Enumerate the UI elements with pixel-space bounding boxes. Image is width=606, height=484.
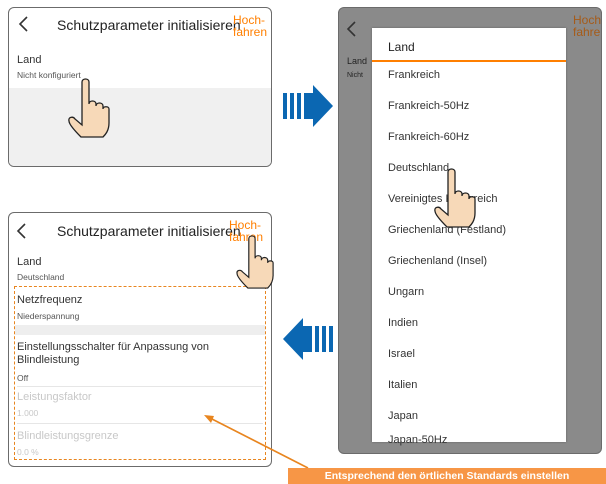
land-value: Nicht: [347, 72, 363, 79]
arrow-right-icon: [283, 85, 333, 127]
grey-area: [9, 88, 271, 166]
tap-hand-icon: [236, 235, 274, 289]
page-title: Schutzparameter initialisieren: [57, 17, 241, 33]
menu-item[interactable]: Frankreich: [388, 69, 440, 81]
land-label: Land: [17, 256, 42, 268]
leistungsfaktor-value: 1.000: [17, 408, 39, 418]
callout-pointer: [204, 415, 309, 469]
menu-item[interactable]: Ungarn: [388, 286, 424, 298]
callout-note: Entsprechend den örtlichen Standards ein…: [288, 468, 606, 484]
header: Schutzparameter initialisieren Hoch- fah…: [9, 8, 271, 40]
blindleistungsgrenze-label: Blindleistungsgrenze: [17, 430, 119, 442]
back-icon[interactable]: [15, 222, 29, 240]
startup-button[interactable]: Hoch- fahren: [233, 14, 267, 38]
menu-item[interactable]: Frankreich-60Hz: [388, 131, 469, 143]
menu-item[interactable]: Japan: [388, 410, 418, 422]
menu-item[interactable]: Italien: [388, 379, 417, 391]
page-title: Schutzparameter initialisieren: [57, 223, 241, 239]
back-icon[interactable]: [345, 20, 359, 38]
divider: [17, 386, 263, 387]
startup-button[interactable]: Hoch- fahren: [573, 14, 601, 38]
netzfrequenz-value[interactable]: Niederspannung: [17, 311, 79, 321]
menu-item[interactable]: Frankreich-50Hz: [388, 100, 469, 112]
land-value[interactable]: Deutschland: [17, 272, 64, 282]
screen-initial: Schutzparameter initialisieren Hoch- fah…: [8, 7, 272, 167]
menu-item[interactable]: Griechenland (Insel): [388, 255, 487, 267]
land-label: Land: [347, 56, 368, 66]
land-label: Land: [17, 54, 42, 66]
tap-hand-icon: [68, 78, 110, 138]
section-separator: [15, 325, 265, 335]
netzfrequenz-label: Netzfrequenz: [17, 294, 83, 306]
back-icon[interactable]: [17, 15, 31, 33]
leistungsfaktor-label: Leistungsfaktor: [17, 391, 92, 403]
dropdown-divider: [372, 60, 566, 62]
menu-item[interactable]: Israel: [388, 348, 415, 360]
country-dropdown[interactable]: Land Frankreich Frankreich-50Hz Frankrei…: [372, 28, 566, 446]
menu-item[interactable]: Indien: [388, 317, 418, 329]
arrow-left-icon: [283, 318, 333, 360]
tap-hand-icon: [434, 168, 476, 228]
blindleistung-switch-value[interactable]: Off: [17, 373, 28, 383]
dropdown-title: Land: [388, 40, 415, 54]
blindleistung-switch-label: Einstellungsschalter für Anpassung von B…: [17, 341, 210, 366]
menu-item[interactable]: Japan-50Hz: [388, 434, 447, 446]
blindleistungsgrenze-value: 0.0 %: [17, 447, 39, 457]
